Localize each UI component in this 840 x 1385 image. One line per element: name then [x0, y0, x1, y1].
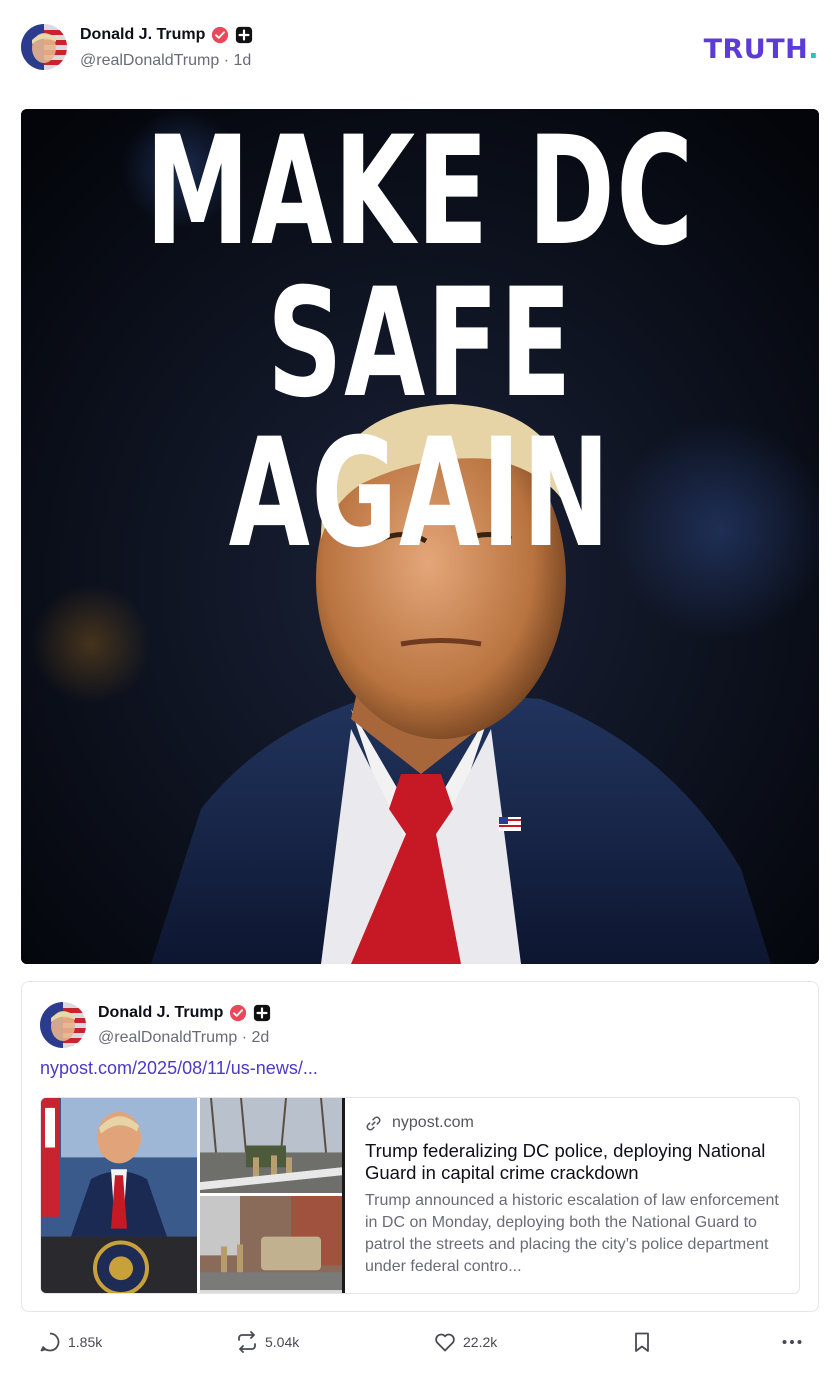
- brand-text: TRUTH: [703, 34, 809, 65]
- author-name-row: Donald J. Trump: [80, 26, 253, 44]
- post-header: Donald J. Trump @realDonaldTrump · 1d TR…: [21, 24, 819, 74]
- link-icon: [365, 1115, 382, 1132]
- brand-dot: .: [808, 34, 819, 65]
- link-domain: nypost.com: [392, 1114, 474, 1131]
- reply-icon: [38, 1330, 62, 1354]
- post-action-bar: 1.85k 5.04k 22.2k: [38, 1330, 808, 1362]
- link-preview-thumbnail: [41, 1098, 345, 1293]
- bookmark-icon: [630, 1330, 654, 1354]
- quoted-post-url-link[interactable]: nypost.com/2025/08/11/us-news/...: [40, 1058, 318, 1079]
- more-icon: [780, 1330, 804, 1354]
- retruth-button[interactable]: 5.04k: [235, 1330, 299, 1354]
- reply-count: 1.85k: [68, 1334, 103, 1350]
- heart-icon: [433, 1330, 457, 1354]
- more-options-button[interactable]: [780, 1330, 804, 1354]
- plus-badge-icon: [235, 26, 253, 44]
- retruth-count: 5.04k: [265, 1334, 300, 1350]
- like-count: 22.2k: [463, 1334, 498, 1350]
- link-preview-card[interactable]: nypost.com Trump federalizing DC police,…: [40, 1097, 800, 1294]
- verified-badge-icon: [229, 1004, 247, 1022]
- verified-badge-icon: [211, 26, 229, 44]
- link-description: Trump announced a historic escalation of…: [365, 1192, 779, 1275]
- link-title[interactable]: Trump federalizing DC police, deploying …: [365, 1140, 779, 1184]
- quoted-author-avatar[interactable]: [40, 1002, 86, 1048]
- link-preview-body: nypost.com Trump federalizing DC police,…: [345, 1098, 799, 1293]
- image-headline-line1: MAKE DC: [145, 109, 695, 279]
- bookmark-button[interactable]: [630, 1330, 654, 1354]
- author-display-name[interactable]: Donald J. Trump: [80, 26, 205, 44]
- author-avatar[interactable]: [21, 24, 67, 70]
- quoted-author-name-row: Donald J. Trump: [98, 1004, 271, 1022]
- like-button[interactable]: 22.2k: [433, 1330, 497, 1354]
- reply-button[interactable]: 1.85k: [38, 1330, 102, 1354]
- quoted-post[interactable]: Donald J. Trump @realDonaldTrump · 2d ny…: [21, 981, 819, 1312]
- link-domain-row: nypost.com: [365, 1114, 779, 1132]
- post-image[interactable]: MAKE DC SAFE AGAIN: [21, 109, 819, 964]
- image-headline-line2: SAFE AGAIN: [228, 257, 612, 581]
- quoted-author-display-name[interactable]: Donald J. Trump: [98, 1004, 223, 1022]
- truth-brand-logo[interactable]: TRUTH.: [704, 34, 819, 65]
- plus-badge-icon: [253, 1004, 271, 1022]
- author-handle-time: @realDonaldTrump · 1d: [80, 52, 252, 69]
- retruth-icon: [235, 1330, 259, 1354]
- quoted-author-handle-time: @realDonaldTrump · 2d: [98, 1029, 270, 1046]
